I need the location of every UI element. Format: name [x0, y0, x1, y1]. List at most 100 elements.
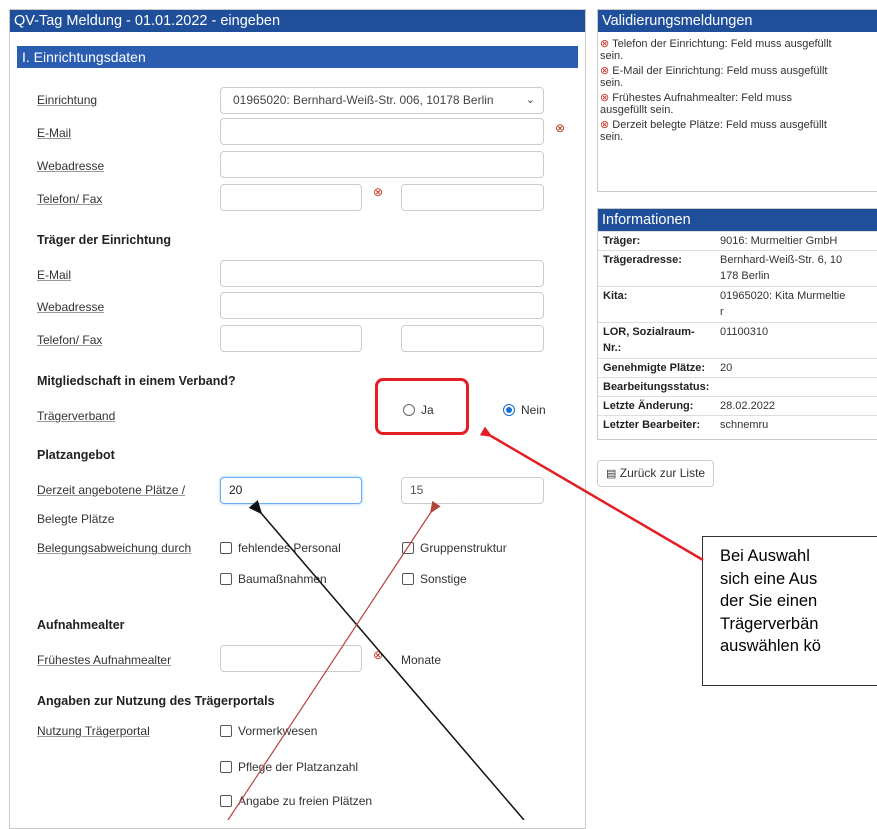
chevron-down-icon: ⌄: [525, 94, 535, 106]
validation-message: ⊗ Derzeit belegte Plätze: Feld muss ausg…: [600, 119, 827, 131]
info-row-lor: LOR, Sozialraum- Nr.: 01100310: [598, 322, 877, 358]
callout-line: auswählen kö: [720, 637, 821, 655]
error-circle-icon: ⊗: [373, 185, 384, 199]
info-value: schnemru: [720, 419, 769, 431]
checkbox-sonstige-label: Sonstige: [420, 572, 467, 586]
info-key: Bearbeitungsstatus:: [603, 381, 710, 393]
validation-message: ⊗ E-Mail der Einrichtung: Feld muss ausg…: [600, 65, 828, 77]
monate-unit: Monate: [401, 653, 442, 667]
validation-list: ⊗ Telefon der Einrichtung: Feld muss aus…: [600, 38, 875, 143]
einrichtung-selected: 01965020: Bernhard-Weiß-Str. 006, 10178 …: [233, 93, 494, 107]
error-circle-icon: ⊗: [555, 121, 566, 135]
checkbox-freie[interactable]: [220, 795, 232, 807]
traeger-phone-field[interactable]: [220, 325, 362, 352]
traeger-email-label: E-Mail: [37, 268, 72, 282]
traeger-web-label: Webadresse: [37, 300, 105, 314]
angebotene-label: Derzeit angebotene Plätze /: [37, 483, 186, 497]
validation-message-cont: sein.: [600, 131, 624, 143]
angebotene-field[interactable]: 20: [220, 477, 362, 504]
checkbox-pflege[interactable]: [220, 761, 232, 773]
error-circle-icon: ⊗: [600, 65, 610, 77]
annotation-highlight-box: [375, 378, 469, 435]
traeger-email-field[interactable]: [220, 260, 544, 287]
info-row-bearbeiter: Letzter Bearbeiter: schnemru: [598, 415, 877, 434]
einrichtung-select[interactable]: 01965020: Bernhard-Weiß-Str. 006, 10178 …: [220, 87, 544, 114]
info-value: 9016: Murmeltier GmbH: [720, 235, 838, 247]
callout-line: Trägerverbän: [720, 614, 819, 633]
form-title: QV-Tag Meldung - 01.01.2022 - eingeben: [10, 10, 585, 32]
callout-line: sich eine Aus: [720, 569, 818, 588]
validation-message-cont: sein.: [600, 50, 624, 62]
section-title: I. Einrichtungsdaten: [17, 46, 578, 68]
info-value: 01965020: Kita Murmeltie: [720, 290, 846, 302]
validation-message: ⊗ Telefon der Einrichtung: Feld muss aus…: [600, 38, 832, 50]
traeger-web-field[interactable]: [220, 292, 544, 319]
checkbox-gruppen-label: Gruppenstruktur: [420, 541, 507, 555]
error-circle-icon: ⊗: [600, 38, 610, 50]
info-value: Bernhard-Weiß-Str. 6, 10: [720, 254, 843, 266]
checkbox-bau[interactable]: [220, 573, 232, 585]
validation-message: ⊗ Frühestes Aufnahmealter: Feld muss: [600, 92, 793, 104]
portal-label: Nutzung Trägerportal: [37, 724, 150, 738]
error-circle-icon: ⊗: [600, 119, 610, 131]
checkbox-pflege-label: Pflege der Platzanzahl: [238, 760, 359, 774]
info-key: Kita:: [603, 290, 628, 302]
error-circle-icon: ⊗: [600, 92, 610, 104]
callout-line: der Sie einen: [720, 592, 818, 610]
back-to-list-label: Zurück zur Liste: [619, 466, 706, 480]
email-field[interactable]: [220, 118, 544, 145]
belegte-field[interactable]: 15: [401, 477, 544, 504]
callout-line: Bei Auswahl: [720, 547, 810, 565]
info-value: 01100310: [720, 326, 769, 338]
radio-nein-label: Nein: [521, 403, 546, 417]
aufnahmealter-heading: Aufnahmealter: [37, 618, 125, 632]
validation-message-cont: ausgefüllt sein.: [600, 104, 674, 116]
fax-field[interactable]: [401, 184, 544, 211]
platzangebot-heading: Platzangebot: [37, 448, 115, 462]
checkbox-gruppen[interactable]: [402, 542, 414, 554]
info-key: Träger:: [603, 235, 641, 247]
info-key: Genehmigte Plätze:: [603, 362, 706, 374]
info-value-cont: r: [720, 306, 724, 318]
info-panel: Informationen Träger: 9016: Murmeltier G…: [597, 208, 877, 440]
checkbox-personal[interactable]: [220, 542, 232, 554]
checkbox-sonstige[interactable]: [402, 573, 414, 585]
info-row-traeger: Träger: 9016: Murmeltier GmbH: [598, 231, 877, 250]
info-row-aenderung: Letzte Änderung: 28.02.2022: [598, 396, 877, 415]
verband-heading: Mitgliedschaft in einem Verband?: [37, 374, 236, 388]
email-label: E-Mail: [37, 126, 72, 140]
info-row-status: Bearbeitungsstatus:: [598, 377, 877, 396]
traeger-fax-field[interactable]: [401, 325, 544, 352]
info-value-cont: 178 Berlin: [720, 270, 770, 282]
info-key: Letzte Änderung:: [603, 400, 694, 412]
info-value: 28.02.2022: [720, 400, 776, 412]
web-label: Webadresse: [37, 159, 105, 173]
info-row-genehmigt: Genehmigte Plätze: 20: [598, 358, 877, 377]
belegte-label: Belegte Plätze: [37, 512, 115, 526]
info-title: Informationen: [598, 209, 877, 231]
info-row-kita: Kita: 01965020: Kita Murmeltie r: [598, 286, 877, 322]
info-key: Letzter Bearbeiter:: [603, 419, 701, 431]
aufnahmealter-field[interactable]: [220, 645, 362, 672]
info-key: LOR, Sozialraum-: [603, 326, 695, 338]
phone-label: Telefon/ Fax: [37, 192, 103, 206]
list-icon: ▤: [606, 468, 617, 480]
web-field[interactable]: [220, 151, 544, 178]
einrichtung-label: Einrichtung: [37, 93, 98, 107]
phone-field[interactable]: [220, 184, 362, 211]
info-key: Trägeradresse:: [603, 254, 682, 266]
info-key-cont: Nr.:: [603, 342, 622, 354]
back-to-list-button[interactable]: ▤ Zurück zur Liste: [597, 460, 715, 487]
validation-message-cont: sein.: [600, 77, 624, 89]
traeger-phone-label: Telefon/ Fax: [37, 333, 103, 347]
info-row-adresse: Trägeradresse: Bernhard-Weiß-Str. 6, 10 …: [598, 250, 877, 286]
checkbox-vormerk-label: Vormerkwesen: [238, 724, 318, 738]
traegerverband-label: Trägerverband: [37, 409, 116, 423]
checkbox-vormerk[interactable]: [220, 725, 232, 737]
traeger-heading: Träger der Einrichtung: [37, 233, 172, 247]
aufnahmealter-label: Frühestes Aufnahmealter: [37, 653, 172, 667]
checkbox-freie-label: Angabe zu freien Plätzen: [238, 794, 373, 808]
checkbox-bau-label: Baumaßnahmen: [238, 572, 327, 586]
abweichung-label: Belegungsabweichung durch: [37, 541, 192, 555]
radio-nein[interactable]: [503, 404, 515, 416]
